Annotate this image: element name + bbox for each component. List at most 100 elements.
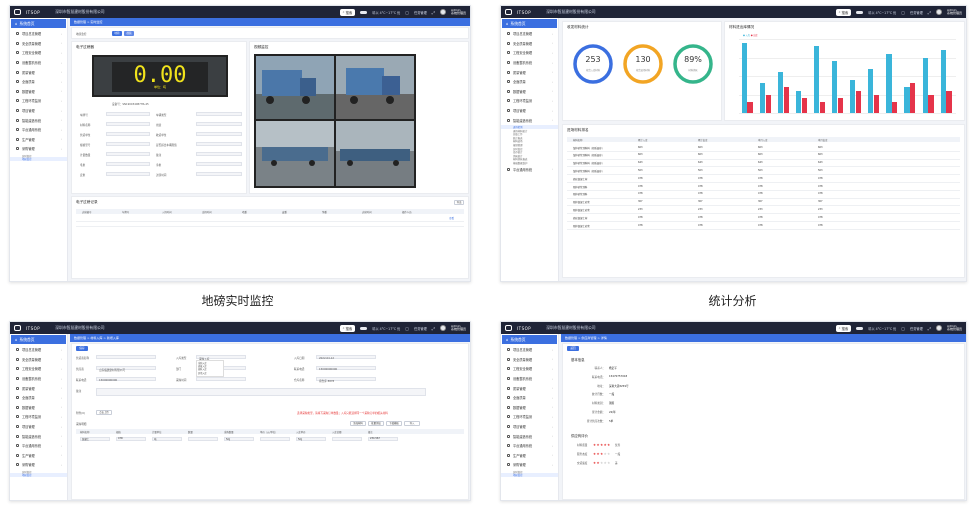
save-button[interactable]: 保存: [76, 346, 88, 351]
tab-video[interactable]: 视频: [124, 31, 134, 36]
dropdown-option[interactable]: 其他入库: [198, 372, 222, 375]
entry-type-dropdown[interactable]: 采购入库 调拨入库 退料入库 其他入库: [196, 360, 224, 377]
avatar[interactable]: [439, 9, 446, 15]
avatar[interactable]: [935, 325, 942, 331]
field-input[interactable]: [196, 152, 242, 156]
camera-view-1[interactable]: [256, 56, 334, 119]
field-input[interactable]: [196, 172, 242, 176]
sidebar-item[interactable]: 设备整机系统 ›: [501, 374, 558, 384]
sidebar-item[interactable]: 采购管理 ›: [501, 460, 558, 470]
detail-input[interactable]: [332, 437, 362, 441]
form-input[interactable]: [196, 377, 246, 381]
fullscreen-icon[interactable]: ⤢: [432, 10, 435, 15]
sidebar-item[interactable]: 安全质量管理 ›: [501, 355, 558, 365]
fullscreen-icon[interactable]: ⤢: [928, 10, 931, 15]
sidebar-item[interactable]: 质量管理 ›: [501, 67, 558, 77]
search-button[interactable]: ⌕ 搜索: [339, 8, 356, 16]
sidebar-home[interactable]: ⌂ 系统首页: [502, 335, 557, 344]
sidebar-item[interactable]: 项目总览管理 ›: [10, 29, 67, 39]
sidebar-item[interactable]: 项目管理 ›: [501, 106, 558, 116]
sidebar-home[interactable]: ⌂ 系统首页: [11, 335, 66, 344]
sidebar-item[interactable]: 工程环境监测 ›: [501, 412, 558, 422]
detail-input[interactable]: [188, 437, 218, 441]
view-link[interactable]: 查看: [449, 216, 454, 220]
sidebar-item[interactable]: 质量管理 ›: [10, 67, 67, 77]
form-input[interactable]: 采购入库: [196, 355, 246, 361]
camera-view-3[interactable]: [256, 121, 334, 186]
field-input[interactable]: [106, 162, 150, 166]
detail-input[interactable]: [260, 437, 290, 441]
form-input[interactable]: 山东临建建材有限公司: [96, 366, 156, 372]
sidebar-subitem-active[interactable]: 地磅监控: [501, 473, 558, 477]
task-link[interactable]: 任务管理: [414, 326, 427, 331]
sidebar-item[interactable]: 平台通用系统 ›: [10, 441, 67, 451]
sidebar-item[interactable]: 工程环境监测 ›: [10, 412, 67, 422]
detail-button[interactable]: 批量添加: [368, 421, 384, 426]
search-button[interactable]: ⌕ 搜索: [339, 324, 356, 332]
fullscreen-icon[interactable]: ⤢: [928, 326, 931, 331]
sidebar-item[interactable]: 智能建造系统 ›: [10, 431, 67, 441]
sidebar-item[interactable]: 生产管理 ›: [501, 451, 558, 461]
sidebar-item[interactable]: 智能建造系统 ›: [10, 115, 67, 125]
sidebar-subitem-active[interactable]: 地磅监控: [10, 473, 67, 477]
task-icon[interactable]: ▢: [405, 326, 409, 331]
sidebar-item[interactable]: 项目管理 ›: [10, 106, 67, 116]
fullscreen-icon[interactable]: ⤢: [432, 326, 435, 331]
form-input[interactable]: 15000000000: [96, 377, 156, 382]
sidebar-item[interactable]: 平台通用系统 ›: [501, 164, 558, 174]
sidebar-item[interactable]: 项目总览管理 ›: [10, 345, 67, 355]
form-input[interactable]: [96, 388, 426, 396]
sidebar-subitem-active[interactable]: 地磅监控: [10, 157, 67, 161]
task-link[interactable]: 任务管理: [414, 10, 427, 15]
task-icon[interactable]: ▢: [901, 326, 905, 331]
form-input[interactable]: [96, 355, 156, 359]
detail-button[interactable]: 导入: [404, 421, 420, 426]
form-input[interactable]: 15000000000: [316, 366, 376, 371]
sidebar-item[interactable]: 质量管理 ›: [501, 383, 558, 393]
sidebar-item[interactable]: 项目管理 ›: [501, 422, 558, 432]
sidebar-item[interactable]: 安全质量管理 ›: [10, 355, 67, 365]
export-button[interactable]: 导出: [454, 200, 464, 205]
sidebar-item[interactable]: 工程安全管理 ›: [501, 364, 558, 374]
user-info[interactable]: Admin 系统管理员: [947, 8, 962, 16]
sidebar-item[interactable]: 安全质量管理 ›: [501, 39, 558, 49]
sidebar-item[interactable]: 数据管理 ›: [501, 87, 558, 97]
sidebar-item[interactable]: 质量管理 ›: [10, 383, 67, 393]
field-input[interactable]: [106, 142, 150, 146]
sidebar-item[interactable]: 平台通用系统 ›: [501, 441, 558, 451]
detail-button[interactable]: 下载模板: [386, 421, 402, 426]
task-icon[interactable]: ▢: [901, 10, 905, 15]
form-input[interactable]: 南仓库 8878: [316, 377, 376, 383]
user-info[interactable]: Admin 系统管理员: [451, 8, 466, 16]
sidebar-item[interactable]: 全面质量 ›: [10, 393, 67, 403]
sidebar-item[interactable]: 项目总览管理 ›: [501, 345, 558, 355]
task-link[interactable]: 任务管理: [910, 10, 923, 15]
detail-input[interactable]: [152, 437, 182, 441]
sidebar-item[interactable]: 工程安全管理 ›: [501, 48, 558, 58]
field-input[interactable]: [106, 122, 150, 126]
avatar[interactable]: [935, 9, 942, 15]
sidebar-item[interactable]: 全面质量 ›: [501, 77, 558, 87]
field-input[interactable]: [196, 112, 242, 116]
sidebar-item[interactable]: 平台通用系统 ›: [10, 125, 67, 135]
field-input[interactable]: [106, 132, 150, 136]
task-link[interactable]: 任务管理: [910, 326, 923, 331]
sidebar-item[interactable]: 生产管理 ›: [10, 451, 67, 461]
tab-weighbridge[interactable]: 地磅: [112, 31, 122, 36]
sidebar-item[interactable]: 生产管理 ›: [10, 135, 67, 145]
sidebar-item[interactable]: 智能建造系统 ›: [501, 115, 558, 125]
sidebar-item[interactable]: 采购管理 ›: [10, 460, 67, 470]
sidebar-item[interactable]: 全面质量 ›: [10, 77, 67, 87]
sidebar-item[interactable]: 工程环境监测 ›: [10, 96, 67, 106]
field-input[interactable]: [106, 112, 150, 116]
form-input[interactable]: 2022-04-12: [316, 355, 376, 360]
sidebar-item[interactable]: 工程安全管理 ›: [10, 48, 67, 58]
sidebar-home[interactable]: ⌂ 系统首页: [11, 19, 66, 28]
field-input[interactable]: [196, 142, 242, 146]
sidebar-item[interactable]: 数据管理 ›: [501, 403, 558, 413]
sidebar-item[interactable]: 智能建造系统 ›: [501, 431, 558, 441]
search-button[interactable]: ⌕ 搜索: [835, 8, 852, 16]
task-icon[interactable]: ▢: [405, 10, 409, 15]
user-info[interactable]: Admin 系统管理员: [451, 324, 466, 332]
field-input[interactable]: [106, 172, 150, 176]
